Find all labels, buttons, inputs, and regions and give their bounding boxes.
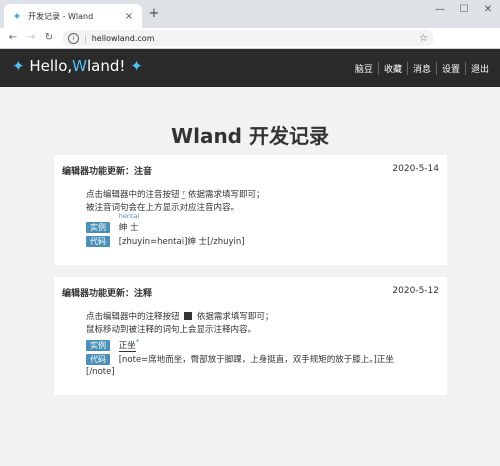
post-line: 鼠标移动到被注释的词句上会显示注释内容。 <box>86 325 257 335</box>
post-text: 点击编辑器中的注释按钮 <box>86 312 180 322</box>
brand-w-letter: W <box>72 57 87 75</box>
note-marker: * <box>135 338 140 346</box>
note-example[interactable]: 正坐 <box>118 340 136 352</box>
code-line: 代码 [zhuyin=hentai]绅 士[/zhuyin] <box>86 235 245 247</box>
tab-title: 开发记录 - Wland <box>28 11 94 21</box>
nav-settings[interactable]: 设置 <box>435 62 465 75</box>
post-card: 编辑器功能更新：注释 2020-5-12 点击编辑器中的注释按钮 依据需求填写即… <box>54 277 447 395</box>
site-brand[interactable]: ✦ Hello,Wland! ✦ <box>12 57 143 75</box>
site-info-icon[interactable]: i <box>68 32 79 44</box>
nav-favorites[interactable]: 收藏 <box>377 62 407 75</box>
site-nav: 脑豆 收藏 消息 设置 退出 <box>350 62 494 75</box>
post-card: 编辑器功能更新：注音 2020-5-14 点击编辑器中的注音按钮 ᵀ̲ 依据需求… <box>54 155 447 265</box>
minimize-button[interactable]: — <box>432 4 448 15</box>
url-field[interactable]: i | hellowland.com ☆ <box>62 30 434 46</box>
page-title: Wland 开发记录 <box>171 124 329 148</box>
reload-icon[interactable]: ↻ <box>42 31 56 45</box>
example-tag: 实例 <box>86 222 110 233</box>
site-header: ✦ Hello,Wland! ✦ 脑豆 收藏 消息 设置 退出 <box>0 49 500 87</box>
example-tag: 实例 <box>86 339 110 351</box>
post-text: 点击编辑器中的注音按钮 <box>86 190 180 200</box>
close-window-button[interactable]: ✕ <box>480 4 496 15</box>
nav-naodou[interactable]: 脑豆 <box>350 62 378 75</box>
ruby-annotation: hentai <box>118 212 140 220</box>
post-date: 2020-5-14 <box>392 164 439 174</box>
forward-arrow-icon[interactable]: → <box>24 31 38 45</box>
code-line-cont: [/note] <box>86 367 115 377</box>
url-separator: | <box>84 33 87 43</box>
note-button-icon <box>184 312 193 320</box>
new-tab-button[interactable]: + <box>146 6 162 22</box>
back-arrow-icon[interactable]: ← <box>6 31 20 45</box>
address-toolbar: ← → ↻ i | hellowland.com ☆ ⋮ <box>0 28 500 72</box>
code-text: [note=席地而坐，臀部放于脚踝，上身挺直，双手规矩的放于膝上。]正坐 <box>118 355 394 365</box>
zhuyin-button-icon: ᵀ̲ <box>182 190 186 199</box>
post-date: 2020-5-12 <box>392 286 439 296</box>
post-text: 依据需求填写即可； <box>196 312 274 322</box>
example-line: 实例 正坐* <box>86 338 140 352</box>
brand-hello: Hello, <box>29 57 73 75</box>
example-line: 实例 hentai 绅 士 <box>86 212 140 233</box>
post-text: 依据需求填写即可； <box>188 190 265 200</box>
browser-tab[interactable]: ✦ 开发记录 - Wland × <box>4 4 142 28</box>
code-tag: 代码 <box>86 236 110 247</box>
url-text: hellowland.com <box>91 33 155 43</box>
maximize-button[interactable]: ☐ <box>456 4 472 15</box>
post-title[interactable]: 编辑器功能更新：注音 <box>62 164 152 177</box>
ruby-base: 绅 士 <box>118 223 139 233</box>
code-text: [zhuyin=hentai]绅 士[/zhuyin] <box>118 237 245 247</box>
code-line: 代码 [note=席地而坐，臀部放于脚踝，上身挺直，双手规矩的放于膝上。]正坐 <box>86 353 394 365</box>
nav-logout[interactable]: 退出 <box>464 62 494 75</box>
sparkle-icon: ✦ <box>12 57 25 75</box>
post-title[interactable]: 编辑器功能更新：注释 <box>62 286 152 299</box>
post-line: 被注音词句会在上方显示对应注音内容。 <box>86 203 240 213</box>
code-tag: 代码 <box>86 354 110 365</box>
bookmark-star-icon[interactable]: ☆ <box>419 33 428 44</box>
post-line: 点击编辑器中的注音按钮 ᵀ̲ 依据需求填写即可； <box>86 188 265 200</box>
tab-close-icon[interactable]: × <box>122 11 136 22</box>
post-line: 点击编辑器中的注释按钮 依据需求填写即可； <box>86 310 273 322</box>
browser-tab-bar: ✦ 开发记录 - Wland × + — ☐ ✕ <box>0 0 500 28</box>
ruby-example: hentai 绅 士 <box>118 212 140 233</box>
brand-land: land! <box>87 57 126 75</box>
nav-messages[interactable]: 消息 <box>406 62 436 75</box>
sparkle-favicon-icon: ✦ <box>12 9 22 23</box>
sparkle-icon: ✦ <box>130 57 143 75</box>
